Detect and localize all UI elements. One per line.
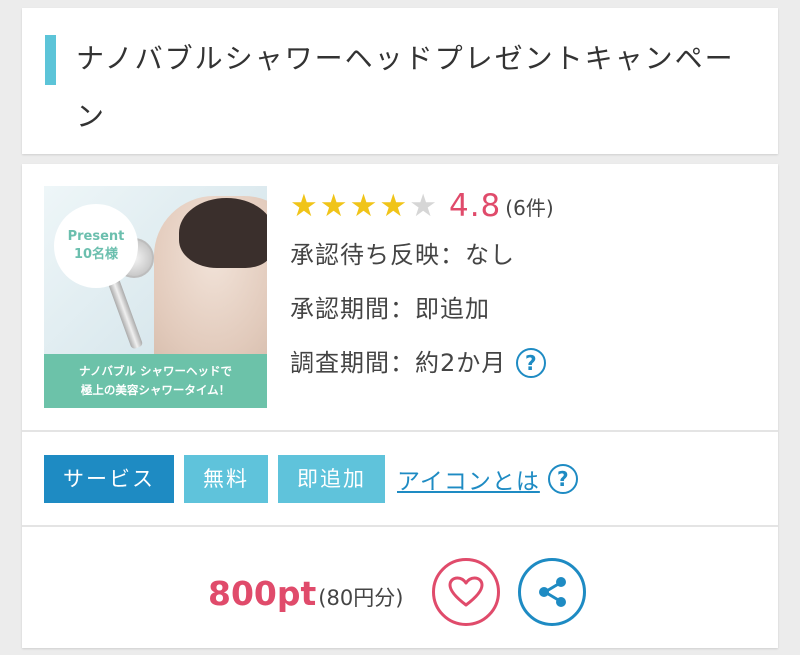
star-filled-icon: ★: [290, 187, 318, 224]
present-count: 10名様: [73, 247, 119, 262]
divider: [22, 430, 778, 432]
rating-value: 4.8: [448, 188, 502, 224]
approval-period-text: 承認期間：即追加: [290, 295, 490, 323]
star-filled-icon: ★: [379, 187, 408, 224]
star-rating: ★ ★ ★ ★ ★: [290, 187, 439, 224]
campaign-detail-card: Present 10名様 ナノバブル シャワーヘッドで 極上の美容シャワータイム…: [22, 164, 778, 648]
star-filled-icon: ★: [319, 187, 348, 224]
approval-wait-row: 承認待ち反映：なし: [290, 228, 760, 282]
favorite-button[interactable]: [432, 558, 500, 626]
tag-service: サービス: [44, 455, 174, 503]
survey-period-row: 調査期間：約2か月 ?: [290, 336, 760, 390]
banner-model-hair: [179, 198, 267, 268]
campaign-info: ★ ★ ★ ★ ★ 4.8 (6件) 承認待ち反映：なし 承認期間：即追加 調査…: [290, 184, 760, 390]
divider: [22, 525, 778, 527]
question-circle-icon[interactable]: ?: [547, 464, 578, 494]
approval-wait-text: 承認待ち反映：なし: [290, 241, 515, 269]
banner-caption: ナノバブル シャワーヘッドで 極上の美容シャワータイム！: [44, 354, 267, 408]
title-accent-bar: [45, 35, 56, 85]
question-circle-icon[interactable]: ?: [516, 348, 547, 378]
star-empty-icon: ★: [409, 187, 437, 224]
heart-icon: [448, 576, 484, 607]
rating-count: (6件): [505, 195, 554, 220]
page-title: ナノバブルシャワーヘッドプレゼントキャンペーン: [76, 42, 735, 133]
star-filled-icon: ★: [349, 187, 378, 224]
survey-period-text: 調査期間：約2か月: [290, 349, 507, 377]
present-label: Present: [67, 229, 125, 244]
tag-row: サービス 無料 即追加 アイコンとは ?: [44, 455, 578, 503]
approval-period-row: 承認期間：即追加: [290, 282, 760, 336]
tag-instant-add: 即追加: [278, 455, 385, 503]
tag-free: 無料: [184, 455, 268, 503]
icon-help-link[interactable]: アイコンとは: [397, 462, 540, 496]
present-badge: Present 10名様: [54, 204, 138, 288]
reward-points: 800pt (80円分): [208, 574, 403, 613]
banner-caption-line-1: ナノバブル シャワーヘッドで: [79, 364, 232, 378]
reward-row: 800pt (80円分): [22, 544, 778, 634]
banner-caption-line-2: 極上の美容シャワータイム！: [80, 383, 231, 397]
campaign-banner-image[interactable]: Present 10名様 ナノバブル シャワーヘッドで 極上の美容シャワータイム…: [44, 186, 267, 408]
share-button[interactable]: [518, 558, 586, 626]
share-icon: [539, 577, 566, 607]
points-value: 800pt: [208, 574, 317, 613]
campaign-title-card: ナノバブルシャワーヘッドプレゼントキャンペーン: [22, 8, 778, 154]
rating-row: ★ ★ ★ ★ ★ 4.8 (6件): [290, 184, 760, 228]
points-yen-equivalent: (80円分): [318, 586, 404, 610]
